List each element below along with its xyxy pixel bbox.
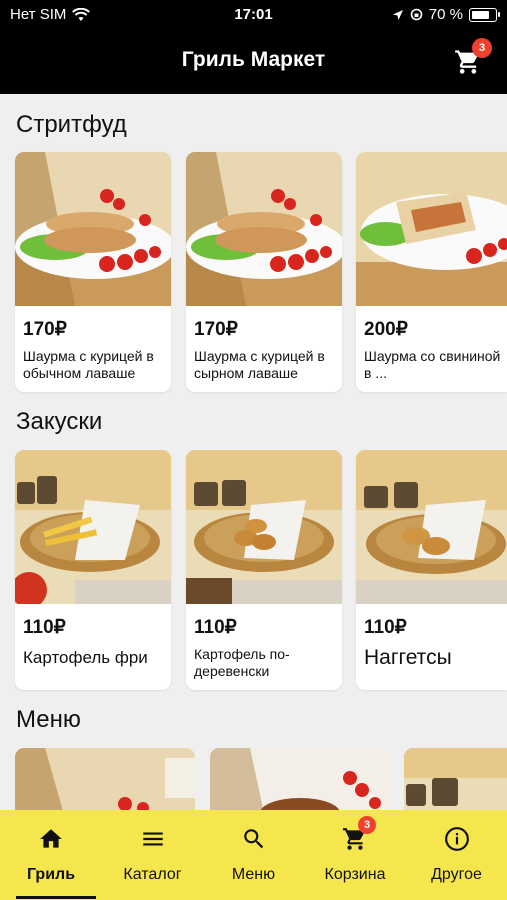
product-name: Картофель по-деревенски	[194, 646, 290, 679]
product-card[interactable]: 110₽ Наггетсы	[356, 450, 507, 690]
tab-catalog[interactable]: Каталог	[102, 810, 203, 900]
menu-photo	[15, 748, 195, 818]
section-title-menu: Меню	[16, 706, 81, 733]
cart-tab-badge: 3	[358, 816, 376, 834]
menu-card[interactable]	[15, 748, 195, 818]
product-card[interactable]: 170₽ Шаурма с курицей в обычном лаваше	[15, 152, 171, 392]
product-name: Картофель фри	[23, 648, 148, 667]
product-photo	[186, 152, 342, 306]
product-photo	[186, 450, 342, 604]
tab-label: Меню	[231, 866, 276, 883]
active-tab-indicator	[16, 896, 96, 899]
product-name: Шаурма с курицей в сырном лаваше	[194, 348, 325, 381]
battery-percent: 70 %	[428, 6, 463, 23]
tab-cart[interactable]: 3 Корзина	[304, 810, 406, 900]
menu-photo	[210, 748, 390, 818]
status-bar: Нет SIM 17:01 70 %	[0, 0, 507, 28]
product-name: Шаурма со свининой в ...	[364, 348, 501, 381]
product-photo	[15, 152, 171, 306]
bottom-tab-bar: Гриль Каталог Меню 3 Корзина Другое	[0, 810, 507, 900]
page-title: Гриль Маркет	[181, 48, 326, 71]
menu-icon	[142, 832, 163, 846]
battery-icon	[469, 7, 500, 22]
product-card[interactable]: 170₽ Шаурма с курицей в сырном лаваше	[186, 152, 342, 392]
location-arrow-icon	[392, 9, 403, 20]
product-price: 110₽	[364, 617, 407, 638]
product-name: Шаурма с курицей в обычном лаваше	[23, 348, 154, 381]
tab-label: Гриль	[26, 866, 76, 883]
product-card[interactable]: 200₽ Шаурма со свининой в ...	[356, 152, 507, 392]
product-price: 170₽	[194, 319, 238, 340]
menu-card[interactable]	[210, 748, 390, 818]
product-card[interactable]: 110₽ Картофель фри	[15, 450, 171, 690]
tab-label: Каталог	[123, 866, 182, 883]
tab-label: Корзина	[324, 866, 386, 883]
orientation-lock-icon	[410, 8, 423, 21]
info-icon	[444, 827, 469, 851]
product-photo	[15, 450, 171, 604]
tab-label: Другое	[431, 866, 482, 883]
section-title-snacks: Закуски	[16, 408, 103, 435]
product-name: Наггетсы	[364, 646, 452, 669]
product-price: 110₽	[23, 617, 66, 638]
product-card[interactable]: 110₽ Картофель по-деревенски	[186, 450, 342, 690]
product-price: 200₽	[364, 319, 408, 340]
product-photo	[356, 450, 507, 604]
product-photo	[356, 152, 507, 306]
menu-card[interactable]	[404, 748, 507, 818]
cart-count-badge: 3	[472, 38, 492, 58]
header-cart-button[interactable]: 3	[454, 38, 492, 76]
product-price: 170₽	[23, 319, 67, 340]
home-icon	[40, 829, 62, 848]
section-title-streetfood: Стритфуд	[16, 111, 127, 138]
product-price: 110₽	[194, 617, 237, 638]
menu-photo	[404, 748, 507, 818]
tab-menu[interactable]: Меню	[203, 810, 304, 900]
app-header: Нет SIM 17:01 70 % Гриль Маркет 3	[0, 0, 507, 94]
search-icon	[243, 829, 263, 849]
tab-other[interactable]: Другое	[406, 810, 507, 900]
tab-grill[interactable]: Гриль	[0, 810, 102, 900]
